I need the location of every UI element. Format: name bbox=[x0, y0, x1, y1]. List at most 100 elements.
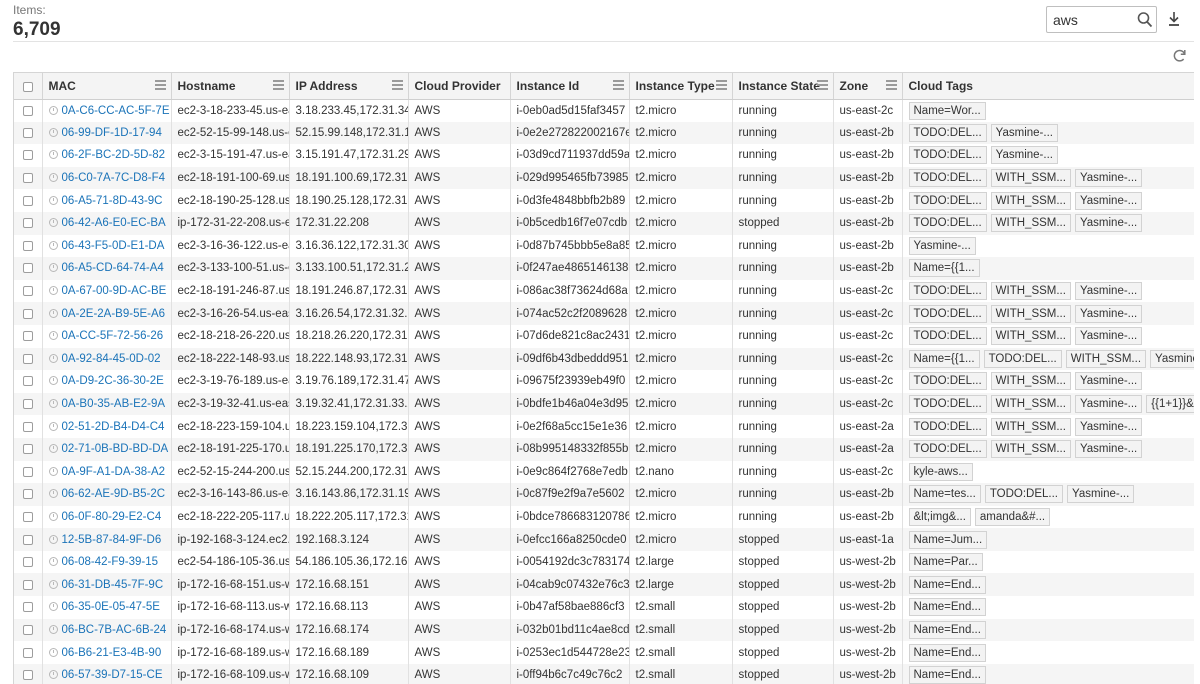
cloud-tag[interactable]: Yasmine-... bbox=[1074, 282, 1143, 301]
export-icon[interactable] bbox=[1167, 11, 1181, 27]
search-icon[interactable] bbox=[1137, 11, 1153, 29]
mac-link[interactable]: 06-B6-21-E3-4B-90 bbox=[62, 647, 162, 659]
column-header-mac[interactable]: MAC bbox=[42, 73, 172, 100]
row-checkbox[interactable] bbox=[22, 421, 33, 432]
row-checkbox[interactable] bbox=[22, 263, 33, 274]
mac-link[interactable]: 06-A5-CD-64-74-A4 bbox=[62, 262, 164, 274]
row-checkbox[interactable] bbox=[22, 579, 33, 590]
cloud-tag[interactable]: WITH_SSM... bbox=[990, 327, 1071, 346]
table-row[interactable]: 0A-D9-2C-36-30-2E ec2-3-19-76-189.us-ea 3.… bbox=[14, 370, 1194, 393]
row-checkbox[interactable] bbox=[22, 331, 33, 342]
column-menu-icon[interactable] bbox=[154, 80, 166, 91]
cloud-tag[interactable]: Yasmine-... bbox=[1074, 214, 1143, 233]
row-checkbox[interactable] bbox=[22, 376, 33, 387]
row-checkbox[interactable] bbox=[22, 195, 33, 206]
row-checkbox[interactable] bbox=[22, 398, 33, 409]
mac-link[interactable]: 12-5B-87-84-9F-D6 bbox=[62, 534, 162, 546]
cloud-tag[interactable]: TODO:DEL... bbox=[908, 417, 987, 436]
table-row[interactable]: 06-A5-71-8D-43-9C ec2-18-190-25-128.us- 18… bbox=[14, 189, 1194, 212]
info-icon[interactable] bbox=[48, 466, 58, 476]
column-menu-icon[interactable] bbox=[612, 80, 624, 91]
table-row[interactable]: 0A-C6-CC-AC-5F-7E ec2-3-18-233-45.us-ea 3.… bbox=[14, 99, 1194, 122]
mac-link[interactable]: 02-51-2D-B4-D4-C4 bbox=[62, 421, 165, 433]
cloud-tag[interactable]: TODO:DEL... bbox=[908, 146, 987, 165]
search-input[interactable] bbox=[1053, 10, 1135, 30]
table-row[interactable]: 0A-9F-A1-DA-38-A2 ec2-52-15-244-200.us- 52… bbox=[14, 460, 1194, 484]
info-icon[interactable] bbox=[48, 376, 58, 386]
cloud-tag[interactable]: Name=End... bbox=[908, 575, 986, 594]
cloud-tag[interactable]: Yasmine-... bbox=[1074, 327, 1143, 346]
cloud-tag[interactable]: Yasmine-... bbox=[1074, 191, 1143, 210]
info-icon[interactable] bbox=[48, 286, 58, 296]
info-icon[interactable] bbox=[48, 534, 58, 544]
table-row[interactable]: 06-C0-7A-7C-D8-F4 ec2-18-191-100-69.us- 18… bbox=[14, 166, 1194, 190]
column-header-instance-id[interactable]: Instance Id bbox=[510, 73, 630, 100]
row-checkbox[interactable] bbox=[22, 534, 33, 545]
cloud-tag[interactable]: WITH_SSM... bbox=[990, 395, 1071, 414]
cloud-tag[interactable]: Name=End... bbox=[908, 643, 986, 662]
cloud-tag[interactable]: Yasmine-... bbox=[1074, 304, 1143, 323]
mac-link[interactable]: 0A-92-84-45-0D-02 bbox=[62, 353, 161, 365]
mac-link[interactable]: 0A-B0-35-AB-E2-9A bbox=[62, 398, 166, 410]
cloud-tag[interactable]: Yasmine-... bbox=[1067, 485, 1135, 504]
table-row[interactable]: 12-5B-87-84-9F-D6 ip-192-168-3-124.ec2.i 1… bbox=[14, 528, 1194, 551]
row-checkbox[interactable] bbox=[22, 218, 33, 229]
mac-link[interactable]: 06-2F-BC-2D-5D-82 bbox=[62, 149, 166, 161]
row-checkbox[interactable] bbox=[22, 105, 33, 116]
cloud-tag[interactable]: Name={{1... bbox=[908, 259, 980, 278]
cloud-tag[interactable]: Name=End... bbox=[908, 598, 986, 617]
mac-link[interactable]: 06-C0-7A-7C-D8-F4 bbox=[62, 172, 166, 184]
column-menu-icon[interactable] bbox=[272, 80, 284, 91]
table-row[interactable]: 06-BC-7B-AC-6B-24 ip-172-16-68-174.us-w 17… bbox=[14, 618, 1194, 642]
table-row[interactable]: 06-42-A6-E0-EC-BA ip-172-31-22-208.us-e 17… bbox=[14, 211, 1194, 235]
row-checkbox[interactable] bbox=[22, 647, 33, 658]
info-icon[interactable] bbox=[48, 602, 58, 612]
cloud-tag[interactable]: Name=Jum... bbox=[908, 530, 988, 549]
mac-link[interactable]: 06-31-DB-45-7F-9C bbox=[62, 579, 164, 591]
mac-link[interactable]: 06-42-A6-E0-EC-BA bbox=[62, 217, 166, 229]
row-checkbox[interactable] bbox=[22, 444, 33, 455]
table-row[interactable]: 06-35-0E-05-47-5E ip-172-16-68-113.us-w 17… bbox=[14, 596, 1194, 619]
mac-link[interactable]: 0A-C6-CC-AC-5F-7E bbox=[62, 105, 170, 117]
info-icon[interactable] bbox=[48, 173, 58, 183]
cloud-tag[interactable]: kyle-aws... bbox=[908, 462, 973, 481]
column-header-ip-address[interactable]: IP Address bbox=[289, 73, 409, 100]
cloud-tag[interactable]: TODO:DEL... bbox=[983, 349, 1062, 368]
info-icon[interactable] bbox=[48, 240, 58, 250]
cloud-tag[interactable]: WITH_SSM... bbox=[990, 214, 1071, 233]
cloud-tag[interactable]: Yasmine-... bbox=[990, 146, 1058, 165]
cloud-tag[interactable]: TODO:DEL... bbox=[908, 282, 987, 301]
info-icon[interactable] bbox=[48, 421, 58, 431]
cloud-tag[interactable]: TODO:DEL... bbox=[908, 327, 987, 346]
info-icon[interactable] bbox=[48, 195, 58, 205]
mac-link[interactable]: 0A-2E-2A-B9-5E-A6 bbox=[62, 308, 166, 320]
cloud-tag[interactable]: Name={{1... bbox=[908, 349, 980, 368]
info-icon[interactable] bbox=[48, 263, 58, 273]
info-icon[interactable] bbox=[48, 218, 58, 228]
cloud-tag[interactable]: amanda&#... bbox=[974, 507, 1051, 526]
cloud-tag[interactable]: {{1+1}}&... bbox=[1146, 395, 1193, 414]
mac-link[interactable]: 06-99-DF-1D-17-94 bbox=[62, 127, 162, 139]
cloud-tag[interactable]: Name=tes... bbox=[908, 485, 981, 504]
mac-link[interactable]: 0A-9F-A1-DA-38-A2 bbox=[62, 466, 166, 478]
info-icon[interactable] bbox=[48, 150, 58, 160]
row-checkbox[interactable] bbox=[22, 624, 33, 635]
cloud-tag[interactable]: Yasmine-... bbox=[1074, 395, 1143, 414]
info-icon[interactable] bbox=[48, 489, 58, 499]
cloud-tag[interactable]: &lt;img&... bbox=[908, 507, 971, 526]
mac-link[interactable]: 06-43-F5-0D-E1-DA bbox=[62, 240, 165, 252]
table-row[interactable]: 06-2F-BC-2D-5D-82 ec2-3-15-191-47.us-ea 3.… bbox=[14, 144, 1194, 167]
cloud-tag[interactable]: WITH_SSM... bbox=[990, 372, 1071, 391]
column-menu-icon[interactable] bbox=[885, 80, 897, 91]
info-icon[interactable] bbox=[48, 557, 58, 567]
cloud-tag[interactable]: WITH_SSM... bbox=[990, 191, 1071, 210]
row-checkbox[interactable] bbox=[22, 489, 33, 500]
mac-link[interactable]: 06-62-AE-9D-B5-2C bbox=[62, 488, 166, 500]
row-checkbox[interactable] bbox=[22, 173, 33, 184]
mac-link[interactable]: 0A-67-00-9D-AC-BE bbox=[62, 285, 167, 297]
row-checkbox[interactable] bbox=[22, 240, 33, 251]
cloud-tag[interactable]: Name=Par... bbox=[908, 553, 983, 572]
cloud-tag[interactable]: Yasmine-... bbox=[990, 123, 1058, 142]
cloud-tag[interactable]: TODO:DEL... bbox=[908, 191, 987, 210]
column-menu-icon[interactable] bbox=[816, 80, 828, 91]
